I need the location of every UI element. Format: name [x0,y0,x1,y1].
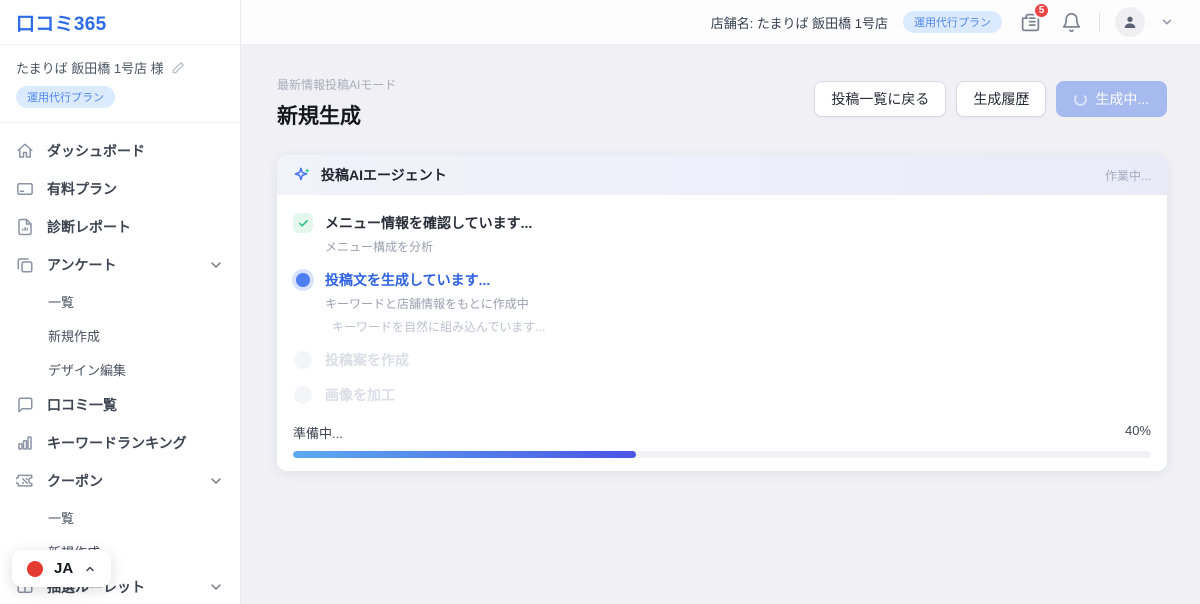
sidebar-item-label: アンケート [47,255,116,275]
sidebar-item-label: ダッシュボード [47,141,145,161]
page-header: 最新情報投稿AIモード 新規生成 投稿一覧に戻る 生成履歴 生成中... [277,76,1167,130]
notification-count-badge: 5 [1033,2,1050,19]
mode-label: 最新情報投稿AIモード [277,76,396,93]
home-icon [16,142,34,160]
survey-icon [16,256,34,274]
step-title: メニュー情報を確認しています... [325,213,532,233]
sidebar-subitem-coupon-list[interactable]: 一覧 [0,500,240,534]
progress-fill [293,451,636,458]
progress-percent-label: 40% [1125,423,1151,442]
ai-sparkle-icon [293,166,312,185]
sidebar-subitem-survey-design[interactable]: デザイン編集 [0,352,240,386]
sidebar-item-label: 有料プラン [47,179,117,199]
store-label: 店舗名: たまりば 飯田橋 1号店 [711,13,888,32]
sidebar-item-label: 診断レポート [47,217,131,237]
chevron-down-icon[interactable] [208,473,224,489]
language-switcher[interactable]: JA [12,550,111,587]
sidebar-item-reviews[interactable]: 口コミ一覧 [0,386,240,424]
app-logo[interactable]: 口コミ365 [16,9,107,36]
step-title: 投稿文を生成しています... [325,270,545,290]
header-divider [1099,12,1100,32]
sidebar: 口コミ365 たまりば 飯田橋 1号店 様 運用代行プラン ダッシュボード 有料… [0,0,241,604]
account-section: たまりば 飯田橋 1号店 様 運用代行プラン [0,45,240,123]
sidebar-item-report[interactable]: 診断レポート [0,208,240,246]
ranking-icon [16,434,34,452]
step-pending-indicator [293,350,313,370]
plan-badge: 運用代行プラン [16,86,115,108]
step-title: 投稿案を作成 [325,350,409,370]
sidebar-item-survey[interactable]: アンケート [0,246,240,284]
bell-icon [1061,12,1082,33]
sidebar-item-label: クーポン [47,471,103,491]
progress-labels: 準備中... 40% [293,423,1151,442]
generating-button[interactable]: 生成中... [1056,81,1167,117]
sidebar-subitem-survey-new[interactable]: 新規作成 [0,318,240,352]
page-title: 新規生成 [277,100,396,130]
step-detail: キーワードを自然に組み込んでいます... [325,318,545,335]
generating-button-label: 生成中... [1095,89,1149,109]
notifications-button[interactable] [1058,9,1084,35]
sidebar-item-paid-plan[interactable]: 有料プラン [0,170,240,208]
language-code: JA [54,560,73,577]
agent-step-pending: 画像を加工 [293,385,1151,405]
agent-step-pending: 投稿案を作成 [293,350,1151,370]
credit-card-icon [16,180,34,198]
step-subtitle: キーワードと店舗情報をもとに作成中 [325,295,545,312]
ai-agent-card-body: メニュー情報を確認しています... メニュー構成を分析 投稿文を生成しています.… [277,195,1167,471]
sidebar-item-label: キーワードランキング [47,433,187,453]
chevron-up-icon [84,563,96,575]
sidebar-subitem-survey-list[interactable]: 一覧 [0,284,240,318]
page-actions: 投稿一覧に戻る 生成履歴 生成中... [814,81,1167,117]
agent-status: 作業中... [1105,167,1151,184]
step-subtitle: メニュー構成を分析 [325,238,532,255]
ai-agent-card-header: 投稿AIエージェント 作業中... [277,155,1167,195]
agent-card-title: 投稿AIエージェント [321,165,447,185]
coupon-icon [16,472,34,490]
sidebar-item-keyword-ranking[interactable]: キーワードランキング [0,424,240,462]
sidebar-item-dashboard[interactable]: ダッシュボード [0,132,240,170]
sidebar-item-coupon[interactable]: クーポン [0,462,240,500]
step-pending-indicator [293,385,313,405]
sidebar-item-label: 口コミ一覧 [47,395,117,415]
back-to-list-button[interactable]: 投稿一覧に戻る [814,81,946,117]
ai-agent-card: 投稿AIエージェント 作業中... メニュー情報を確認しています... メニュー… [277,155,1167,471]
store-name: たまりば 飯田橋 1号店 様 [16,58,164,77]
user-icon [1122,14,1138,30]
logo-area: 口コミ365 [0,0,240,45]
chevron-down-icon[interactable] [208,579,224,595]
sidebar-nav: ダッシュボード 有料プラン 診断レポート アンケート 一覧 新規作成 デザイン編… [0,123,240,604]
top-bar: 店舗名: たまりば 飯田橋 1号店 運用代行プラン 5 [241,0,1200,45]
generation-history-button[interactable]: 生成履歴 [956,81,1046,117]
main-content: 最新情報投稿AIモード 新規生成 投稿一覧に戻る 生成履歴 生成中... 投稿A… [241,45,1200,471]
japan-flag-icon [27,561,43,577]
reviews-icon [16,396,34,414]
spinner-icon [1074,93,1087,106]
step-title: 画像を加工 [325,385,395,405]
edit-pencil-icon[interactable] [171,61,185,75]
news-button[interactable]: 5 [1017,9,1043,35]
step-active-indicator [293,270,313,290]
account-menu-chevron-icon[interactable] [1160,15,1174,29]
report-icon [16,218,34,236]
step-check-icon [293,213,313,233]
agent-step-done: メニュー情報を確認しています... メニュー構成を分析 [293,213,1151,255]
user-avatar[interactable] [1115,7,1145,37]
header-plan-badge: 運用代行プラン [903,11,1002,33]
progress-bar [293,451,1151,458]
progress-status-label: 準備中... [293,423,343,442]
agent-step-active: 投稿文を生成しています... キーワードと店舗情報をもとに作成中 キーワードを自… [293,270,1151,335]
chevron-down-icon[interactable] [208,257,224,273]
